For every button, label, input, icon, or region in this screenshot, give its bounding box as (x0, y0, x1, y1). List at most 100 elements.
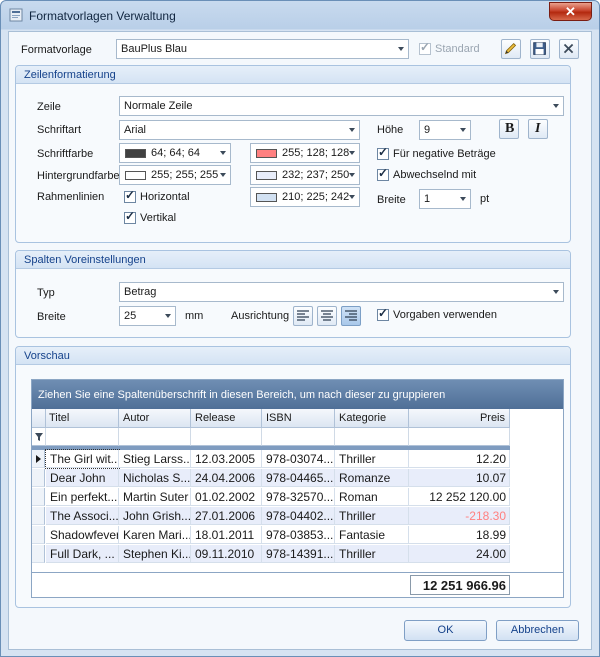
check-icon: ✓ (378, 306, 389, 320)
table-cell[interactable]: Full Dark, ... (46, 545, 119, 563)
rahmen-color-combo[interactable]: 210; 225; 242 (250, 187, 360, 207)
table-cell[interactable]: The Girl wit... (45, 449, 120, 469)
table-cell[interactable]: The Associ... (46, 507, 119, 525)
column-header-titel[interactable]: Titel (46, 409, 119, 428)
window-close-button[interactable]: ✕ (549, 2, 592, 21)
table-cell[interactable]: 12.20 (409, 450, 510, 468)
table-cell[interactable]: Dear John (46, 469, 119, 487)
rahmen-breite-combo[interactable]: 1 (419, 189, 471, 209)
filter-cell-isbn[interactable] (262, 428, 335, 446)
table-cell[interactable]: 18.01.2011 (191, 526, 262, 544)
table-cell[interactable]: 978-14391... (262, 545, 335, 563)
table-cell[interactable]: John Grish... (119, 507, 191, 525)
align-left-button[interactable] (293, 306, 313, 326)
column-header-release[interactable]: Release (191, 409, 262, 428)
table-cell[interactable]: Nicholas S... (119, 469, 191, 487)
filter-cell-autor[interactable] (119, 428, 191, 446)
negative-label: Für negative Beträge (393, 148, 496, 160)
schriftart-combo[interactable]: Arial (119, 120, 360, 140)
filter-cell-preis[interactable] (409, 428, 510, 446)
table-cell[interactable]: Shadowfever (46, 526, 119, 544)
table-cell[interactable]: 978-04465... (262, 469, 335, 487)
table-cell[interactable]: 978-04402... (262, 507, 335, 525)
row-selector[interactable] (32, 545, 45, 563)
filter-cell-kategorie[interactable] (335, 428, 409, 446)
save-icon (533, 42, 546, 55)
typ-label: Typ (37, 287, 55, 299)
alt-color-value: 232; 237; 250 (282, 169, 350, 181)
table-cell[interactable]: Stieg Larss... (119, 450, 191, 468)
bold-button[interactable]: B (499, 119, 519, 139)
row-selector[interactable] (32, 488, 45, 506)
align-left-icon (297, 310, 309, 321)
typ-combo[interactable]: Betrag (119, 282, 564, 302)
table-cell[interactable]: 09.11.2010 (191, 545, 262, 563)
row-selector[interactable] (32, 526, 45, 544)
zeilenformatierung-title: Zeilenformatierung (24, 69, 116, 81)
hoehe-combo[interactable]: 9 (419, 120, 471, 140)
title-bar[interactable]: Formatvorlagen Verwaltung ✕ (1, 1, 599, 30)
negative-color-combo[interactable]: 255; 128; 128 (250, 143, 360, 163)
align-right-button[interactable] (341, 306, 361, 326)
table-cell[interactable]: Fantasie (335, 526, 409, 544)
hintergrund-combo[interactable]: 255; 255; 255 (119, 165, 231, 185)
column-header-autor[interactable]: Autor (119, 409, 191, 428)
schriftfarbe-combo[interactable]: 64; 64; 64 (119, 143, 231, 163)
table-cell[interactable]: Ein perfekt... (46, 488, 119, 506)
chevron-down-icon (553, 104, 559, 108)
table-cell[interactable]: Roman (335, 488, 409, 506)
typ-value: Betrag (124, 286, 157, 298)
delete-button[interactable] (559, 39, 579, 59)
hintergrund-value: 255; 255; 255 (151, 169, 219, 181)
column-header-preis[interactable]: Preis (409, 409, 510, 428)
table-cell[interactable]: 27.01.2006 (191, 507, 262, 525)
table-cell[interactable]: Romanze (335, 469, 409, 487)
spalten-breite-combo[interactable]: 25 (119, 306, 176, 326)
bold-icon: B (505, 121, 515, 136)
table-cell[interactable]: 978-32570... (262, 488, 335, 506)
table-cell[interactable]: 12 252 120.00 (409, 488, 510, 506)
schriftfarbe-value: 64; 64; 64 (151, 147, 200, 159)
row-selector[interactable] (32, 469, 45, 487)
table-cell[interactable]: Martin Suter (119, 488, 191, 506)
schriftfarbe-swatch (125, 149, 146, 158)
table-cell[interactable]: 01.02.2002 (191, 488, 262, 506)
table-cell[interactable]: -218.30 (409, 507, 510, 525)
alt-color-combo[interactable]: 232; 237; 250 (250, 165, 360, 185)
table-cell[interactable]: Stephen Ki... (119, 545, 191, 563)
table-cell[interactable]: 24.00 (409, 545, 510, 563)
filter-cell-release[interactable] (191, 428, 262, 446)
column-header-isbn[interactable]: ISBN (262, 409, 335, 428)
table-cell[interactable]: Karen Mari... (119, 526, 191, 544)
table-cell[interactable]: Thriller (335, 450, 409, 468)
table-cell[interactable]: 24.04.2006 (191, 469, 262, 487)
chevron-down-icon (398, 47, 404, 51)
edit-button[interactable] (501, 39, 521, 59)
chevron-down-icon (349, 151, 355, 155)
formatvorlage-combo[interactable]: BauPlus Blau (116, 39, 409, 59)
chevron-down-icon (460, 197, 466, 201)
cancel-button[interactable]: Abbrechen (496, 620, 579, 641)
rahmen-breite-value: 1 (424, 193, 431, 205)
align-center-button[interactable] (317, 306, 337, 326)
schriftart-label: Schriftart (37, 124, 82, 136)
schriftart-value: Arial (124, 124, 147, 136)
ok-button[interactable]: OK (404, 620, 487, 641)
table-cell[interactable]: Thriller (335, 545, 409, 563)
table-cell[interactable]: 18.99 (409, 526, 510, 544)
table-cell[interactable]: Thriller (335, 507, 409, 525)
column-header-kategorie[interactable]: Kategorie (335, 409, 409, 428)
group-by-panel[interactable]: Ziehen Sie eine Spaltenüberschrift in di… (32, 380, 563, 409)
spalten-title: Spalten Voreinstellungen (24, 254, 146, 266)
italic-button[interactable]: I (528, 119, 548, 139)
row-selector[interactable] (32, 507, 45, 525)
zeile-combo[interactable]: Normale Zeile (119, 96, 564, 116)
filter-cell-titel[interactable] (46, 428, 119, 446)
table-cell[interactable]: 978-03074... (262, 450, 335, 468)
check-icon: ✓ (420, 40, 431, 54)
table-cell[interactable]: 978-03853... (262, 526, 335, 544)
row-selector[interactable] (32, 450, 45, 468)
table-cell[interactable]: 12.03.2005 (191, 450, 262, 468)
save-button[interactable] (530, 39, 550, 59)
table-cell[interactable]: 10.07 (409, 469, 510, 487)
